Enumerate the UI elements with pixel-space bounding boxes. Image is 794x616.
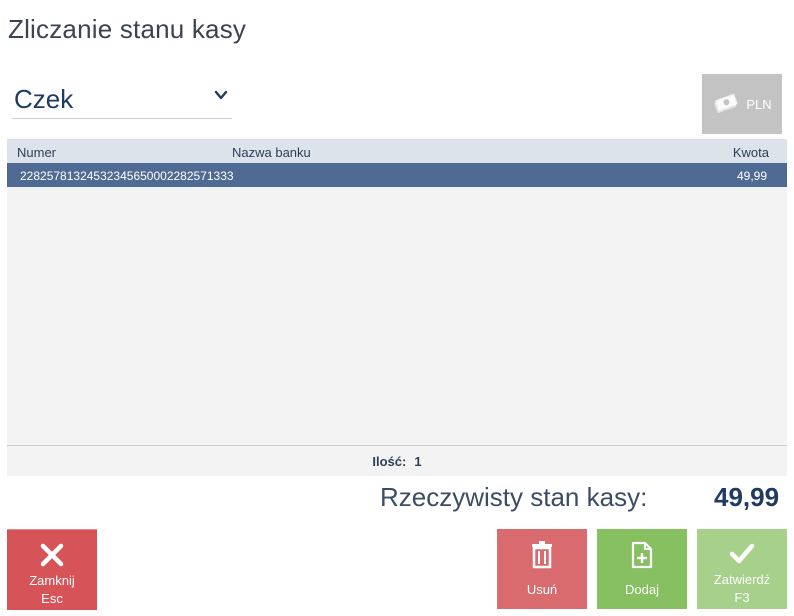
payment-type-select[interactable]: Czek	[12, 80, 232, 119]
grid-header: Numer Nazwa banku Kwota	[7, 139, 787, 163]
table-row[interactable]: 22825781324532345650002282571333 49,99	[7, 163, 787, 187]
close-button[interactable]: Zamknij Esc	[7, 529, 97, 610]
actual-cash-value: 49,99	[714, 482, 780, 512]
page-title: Zliczanie stanu kasy	[8, 14, 247, 44]
banknotes-icon	[714, 93, 738, 114]
grid-footer-divider	[7, 445, 787, 446]
close-icon	[40, 543, 64, 567]
count-value: 1	[414, 454, 422, 469]
confirm-button-label: Zatwierdź	[713, 572, 771, 587]
actual-cash-label: Rzeczywisty stan kasy:	[380, 482, 648, 512]
count-label: Ilość:	[372, 454, 407, 469]
confirm-button-shortcut: F3	[734, 590, 750, 605]
row-number: 22825781324532345650002282571333	[20, 169, 234, 183]
currency-button[interactable]: PLN	[702, 74, 782, 134]
currency-label: PLN	[746, 96, 772, 112]
cash-count-screen: Zliczanie stanu kasy Czek PLN Numer Nazw…	[0, 0, 794, 616]
column-amount[interactable]: Kwota	[733, 145, 769, 160]
close-button-shortcut: Esc	[41, 591, 63, 606]
row-amount: 49,99	[736, 169, 767, 183]
payment-type-value: Czek	[14, 84, 74, 114]
add-button[interactable]: Dodaj	[597, 529, 687, 609]
add-button-label: Dodaj	[625, 582, 659, 597]
delete-button[interactable]: Usuń	[497, 529, 587, 609]
checks-grid: Numer Nazwa banku Kwota 2282578132453234…	[7, 139, 787, 476]
close-button-label: Zamknij	[29, 573, 75, 588]
delete-button-label: Usuń	[526, 582, 558, 597]
add-document-icon	[631, 541, 653, 569]
column-bank[interactable]: Nazwa banku	[232, 145, 311, 160]
chevron-down-icon	[214, 90, 228, 100]
trash-icon	[532, 541, 552, 569]
grid-footer: Ilość: 1	[7, 454, 787, 469]
checkmark-icon	[729, 543, 755, 564]
column-number[interactable]: Numer	[17, 145, 56, 160]
confirm-button[interactable]: Zatwierdź F3	[697, 529, 787, 609]
